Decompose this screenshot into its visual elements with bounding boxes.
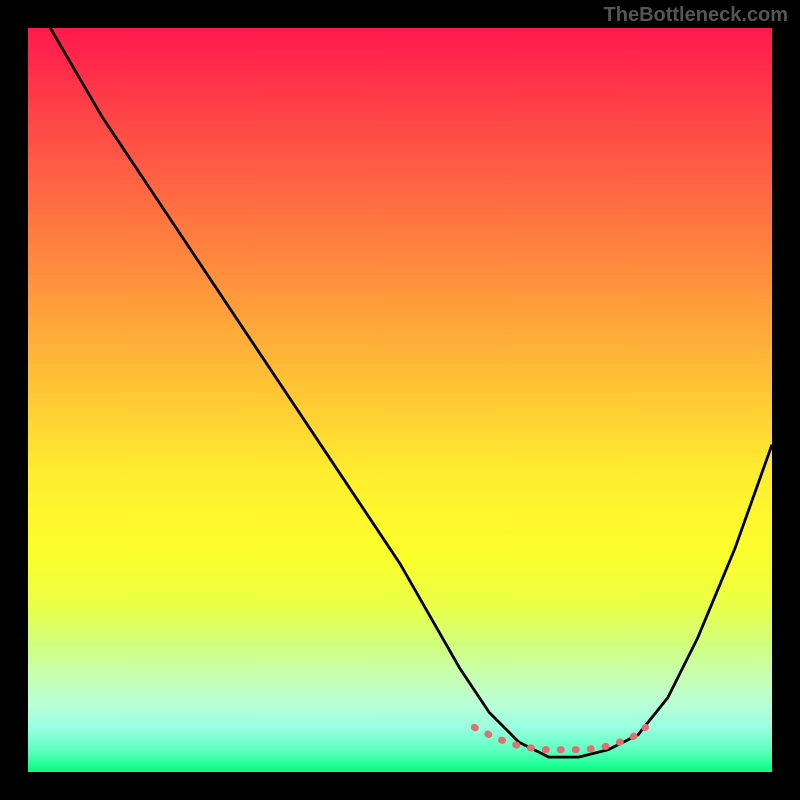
chart-plot-area xyxy=(28,28,772,772)
watermark-text: TheBottleneck.com xyxy=(604,4,788,27)
highlight-segment xyxy=(474,727,645,749)
curve-line xyxy=(50,28,772,757)
chart-svg xyxy=(28,28,772,772)
